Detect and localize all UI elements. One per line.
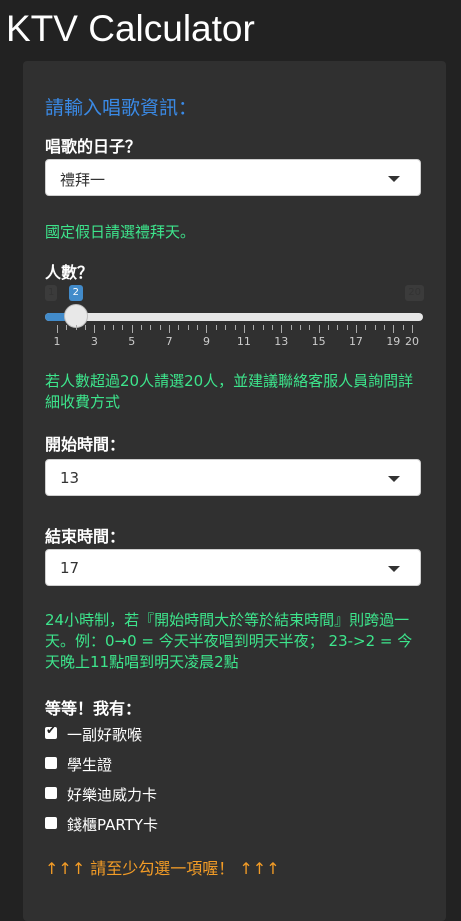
slider-tick xyxy=(355,325,357,333)
slider-tick xyxy=(57,325,58,333)
end-time-label: 結束時間： xyxy=(45,527,126,546)
start-time-select[interactable]: 13 xyxy=(45,459,421,496)
slider-tick-label: 5 xyxy=(128,335,136,348)
slider-min-label: 1 xyxy=(45,285,58,301)
slider-tick xyxy=(243,325,245,333)
end-time-select[interactable]: 17 xyxy=(45,549,421,586)
day-select[interactable]: 禮拜一 xyxy=(45,159,421,196)
slider-tick-label: 15 xyxy=(311,335,326,348)
slider-tick xyxy=(206,325,208,333)
check-icon: ✔ xyxy=(46,723,57,737)
slider-tick-label: 9 xyxy=(202,335,210,348)
checkbox-label: 錢櫃PARTY卡 xyxy=(67,816,159,834)
slider-tick xyxy=(412,325,413,333)
slider-tick xyxy=(75,325,77,330)
start-time-select-value: 13 xyxy=(60,469,80,487)
extras-warning: ↑↑↑ 請至少勾選一項喔！ ↑↑↑ xyxy=(45,859,280,878)
slider-tick xyxy=(159,325,161,330)
slider-tick xyxy=(327,325,329,330)
slider-tick-label: 11 xyxy=(236,335,251,348)
checkbox-input[interactable]: ✔ xyxy=(45,723,57,739)
people-note: 若人數超過20人請選20人，並建議聯絡客服人員詢問詳細收費方式 xyxy=(45,372,414,411)
slider-tick-label: 13 xyxy=(274,335,289,348)
slider-tick xyxy=(309,325,311,330)
slider-tick xyxy=(234,325,236,330)
checkbox-label: 一副好歌喉 xyxy=(67,726,143,744)
slider-tick xyxy=(122,325,124,330)
slider-tick xyxy=(187,325,189,330)
checkbox-label: 好樂迪威力卡 xyxy=(67,786,158,804)
slider-tick xyxy=(402,325,404,330)
slider-tick xyxy=(169,325,171,333)
slider-tick xyxy=(318,325,320,333)
people-slider[interactable]: 1 20 2 1 3 5 7 9 11 13 15 17 19 20 xyxy=(45,283,424,353)
chevron-down-icon xyxy=(388,476,400,482)
slider-tick xyxy=(271,325,273,330)
slider-tick xyxy=(150,325,152,330)
app-title: KTV Calculator xyxy=(6,8,255,49)
slider-tick xyxy=(374,325,376,330)
slider-tick xyxy=(337,325,339,330)
time-note: 24小時制，若『開始時間大於等於結束時間』則跨過一天。例：0→0 = 今天半夜唱… xyxy=(45,611,413,671)
slider-tick-label: 1 xyxy=(53,335,61,348)
checkbox-label: 學生證 xyxy=(67,756,113,774)
slider-tick xyxy=(253,325,255,330)
slider-tick xyxy=(262,325,264,330)
people-label: 人數？ xyxy=(45,263,94,282)
slider-tick xyxy=(225,325,227,330)
section-title: 請輸入唱歌資訊： xyxy=(45,97,198,119)
slider-tick xyxy=(346,325,348,330)
slider-tick xyxy=(215,325,217,330)
slider-tick xyxy=(141,325,143,330)
slider-tick-label: 20 xyxy=(405,335,419,348)
slider-value-label: 2 xyxy=(68,285,84,301)
slider-tick-label: 7 xyxy=(165,335,173,348)
slider-tick xyxy=(299,325,301,330)
slider-tick xyxy=(178,325,180,330)
slider-tick xyxy=(113,325,115,330)
slider-tick xyxy=(393,325,395,333)
input-panel: 請輸入唱歌資訊： 唱歌的日子？ 禮拜一 國定假日請選禮拜天。 人數？ 1 20 … xyxy=(23,61,446,921)
slider-track[interactable] xyxy=(45,313,423,321)
slider-tick xyxy=(131,325,133,333)
slider-tick xyxy=(197,325,199,330)
slider-max-label: 20 xyxy=(405,285,424,301)
slider-tick-label: 19 xyxy=(386,335,401,348)
slider-tick xyxy=(94,325,96,333)
extras-label: 等等！我有： xyxy=(45,699,142,718)
start-time-label: 開始時間： xyxy=(45,435,126,454)
checkbox-input[interactable] xyxy=(45,817,57,829)
slider-tick-label: 3 xyxy=(90,335,98,348)
chevron-down-icon xyxy=(388,566,400,572)
day-note: 國定假日請選禮拜天。 xyxy=(45,223,196,241)
end-time-select-value: 17 xyxy=(60,559,80,577)
day-label: 唱歌的日子？ xyxy=(45,137,142,156)
chevron-down-icon xyxy=(388,176,400,182)
slider-tick xyxy=(290,325,292,330)
slider-tick xyxy=(365,325,367,330)
slider-tick xyxy=(281,325,283,333)
slider-tick xyxy=(103,325,105,330)
day-select-value: 禮拜一 xyxy=(60,171,106,189)
slider-tick xyxy=(383,325,385,330)
slider-tick xyxy=(66,325,68,330)
checkbox-input[interactable] xyxy=(45,757,57,769)
slider-tick-label: 17 xyxy=(348,335,363,348)
slider-tick xyxy=(85,325,87,330)
checkbox-input[interactable] xyxy=(45,787,57,799)
